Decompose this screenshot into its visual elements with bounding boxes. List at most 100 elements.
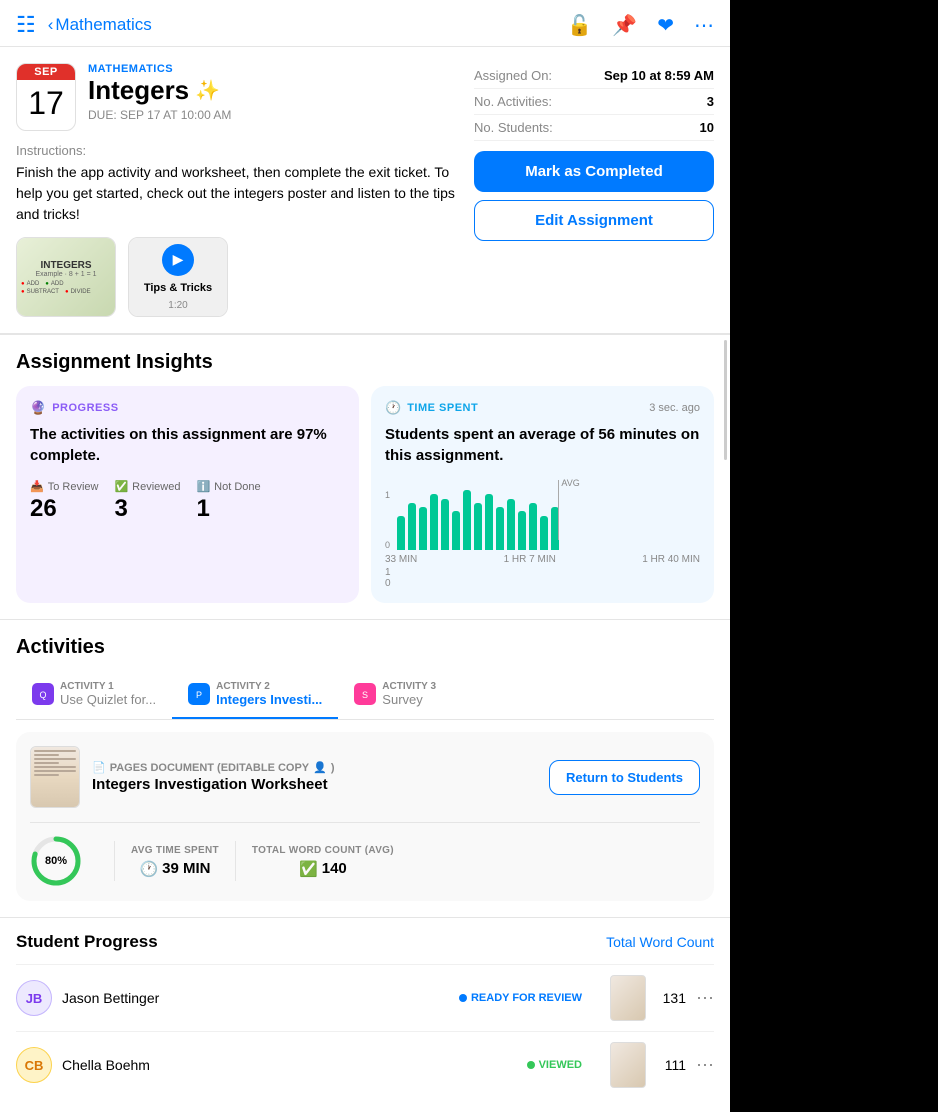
no-activities-value: 3 <box>707 94 714 109</box>
activity-2-num: ACTIVITY 2 <box>216 681 322 692</box>
activity-1-icon: Q <box>32 683 54 705</box>
heart-icon[interactable]: ❤ <box>657 13 674 38</box>
pin-icon[interactable]: 📌 <box>612 13 637 38</box>
bar-10 <box>507 499 515 550</box>
activity-tab-3[interactable]: S ACTIVITY 3 Survey <box>338 671 452 719</box>
back-label: Mathematics <box>55 15 151 35</box>
user-icon: 👤 <box>313 761 327 774</box>
student-progress-section: Student Progress Total Word Count JB Jas… <box>0 918 730 1112</box>
activity-tab-2[interactable]: P ACTIVITY 2 Integers Investi... <box>172 671 338 719</box>
activity-3-num: ACTIVITY 3 <box>382 681 436 692</box>
scroll-indicator[interactable] <box>724 340 727 460</box>
back-button[interactable]: ‹ Mathematics <box>48 15 152 35</box>
calendar-month: SEP <box>17 64 75 80</box>
inbox-icon: 📥 <box>30 480 44 493</box>
no-activities-label: No. Activities: <box>474 94 552 109</box>
doc-thumbnail <box>30 746 80 808</box>
activity-stats-row: 80% AVG TIME SPENT 🕐 39 MIN TOTAL WORD C… <box>30 822 700 887</box>
bar-6 <box>463 490 471 550</box>
assignment-header: SEP 17 MATHEMATICS Integers ✨ DUE: SEP 1… <box>0 47 730 334</box>
status-label-jb: READY FOR REVIEW <box>471 992 582 1004</box>
bar-9 <box>496 507 504 550</box>
student-more-jb[interactable]: ⋯ <box>696 988 714 1009</box>
avg-line <box>558 480 559 540</box>
activity-doc-row: 📄 PAGES DOCUMENT (EDITABLE COPY 👤 ) Inte… <box>30 746 700 808</box>
student-more-cb[interactable]: ⋯ <box>696 1055 714 1076</box>
subject-label: MATHEMATICS <box>88 63 458 75</box>
activities-title: Activities <box>16 636 714 659</box>
status-label-cb: VIEWED <box>539 1059 582 1071</box>
return-to-students-button[interactable]: Return to Students <box>549 760 700 795</box>
time-spent-card: 🕐 TIME SPENT 3 sec. ago Students spent a… <box>371 386 714 603</box>
student-name-cb: Chella Boehm <box>62 1057 517 1073</box>
assigned-on-row: Assigned On: Sep 10 at 8:59 AM <box>474 63 714 89</box>
clock-icon: 🕐 <box>385 400 401 416</box>
more-icon[interactable]: ⋯ <box>694 13 714 38</box>
circular-progress: 80% <box>30 835 82 887</box>
assignment-title: Integers <box>88 75 189 106</box>
attachments: INTEGERS Example · 8 + 1 = 1 ●ADD ●ADD ●… <box>16 237 458 317</box>
time-type-label: TIME SPENT <box>407 402 478 414</box>
instructions-text: Finish the app activity and worksheet, t… <box>16 162 458 225</box>
bar-3 <box>430 494 438 550</box>
total-word-count-link[interactable]: Total Word Count <box>606 934 714 950</box>
avg-label: AVG <box>561 478 579 488</box>
student-initials-jb: JB <box>26 991 43 1006</box>
calendar-badge: SEP 17 <box>16 63 76 131</box>
pages-icon: 📄 <box>92 761 106 774</box>
to-review-stat: 📥 To Review 26 <box>30 480 98 523</box>
bar-5 <box>452 511 460 550</box>
time-description: Students spent an average of 56 minutes … <box>385 424 700 466</box>
activity-3-icon: S <box>354 683 376 705</box>
unlock-icon[interactable]: 🔓 <box>567 13 592 38</box>
activity-tab-1[interactable]: Q ACTIVITY 1 Use Quizlet for... <box>16 671 172 719</box>
to-review-label: To Review <box>48 481 99 493</box>
student-initials-cb: CB <box>25 1058 44 1073</box>
status-dot-jb <box>459 994 467 1002</box>
activity-3-name: Survey <box>382 692 436 707</box>
bar-7 <box>474 503 482 550</box>
assignment-meta-panel: Assigned On: Sep 10 at 8:59 AM No. Activ… <box>474 63 714 317</box>
clock-small-icon: 🕐 <box>139 860 158 878</box>
bar-4 <box>441 499 449 550</box>
activity-1-num: ACTIVITY 1 <box>60 681 156 692</box>
play-button-icon[interactable]: ▶ <box>162 244 194 276</box>
progress-icon: 🔮 <box>30 400 46 416</box>
chart-label-1: 1 HR 7 MIN <box>504 554 556 565</box>
instructions-label: Instructions: <box>16 143 458 158</box>
due-date: DUE: SEP 17 AT 10:00 AM <box>88 108 458 122</box>
student-row: JB Jason Bettinger READY FOR REVIEW 131 … <box>16 964 714 1031</box>
no-students-row: No. Students: 10 <box>474 115 714 141</box>
progress-percentage: 80% <box>45 855 67 867</box>
progress-type-label: PROGRESS <box>52 402 118 414</box>
activity-content: 📄 PAGES DOCUMENT (EDITABLE COPY 👤 ) Inte… <box>16 732 714 901</box>
not-done-stat: ℹ️ Not Done 1 <box>196 480 260 523</box>
svg-text:S: S <box>362 690 368 700</box>
bar-1 <box>408 503 416 550</box>
not-done-value: 1 <box>196 495 260 523</box>
checkmark-icon: ✅ <box>114 480 128 493</box>
insights-title: Assignment Insights <box>16 351 714 374</box>
mark-as-completed-button[interactable]: Mark as Completed <box>474 151 714 192</box>
attachment-tips-tricks[interactable]: ▶ Tips & Tricks 1:20 <box>128 237 228 317</box>
avg-time-label: AVG TIME SPENT <box>131 845 219 856</box>
student-status-jb: READY FOR REVIEW <box>459 992 582 1004</box>
word-count-stat: TOTAL WORD COUNT (AVG) ✅ 140 <box>252 845 394 878</box>
header-actions: 🔓 📌 ❤ ⋯ <box>567 13 714 38</box>
not-done-label: Not Done <box>214 481 260 493</box>
stat-divider-2 <box>235 841 236 881</box>
student-status-cb: VIEWED <box>527 1059 582 1071</box>
checkmark-circle-icon: ✅ <box>299 860 318 878</box>
sidebar-toggle-icon[interactable]: ☷ <box>16 12 36 38</box>
assignment-info: MATHEMATICS Integers ✨ DUE: SEP 17 AT 10… <box>88 63 458 122</box>
attachment-integers-poster[interactable]: INTEGERS Example · 8 + 1 = 1 ●ADD ●ADD ●… <box>16 237 116 317</box>
svg-text:P: P <box>196 690 202 700</box>
insights-section: Assignment Insights 🔮 PROGRESS The activ… <box>0 335 730 619</box>
edit-assignment-button[interactable]: Edit Assignment <box>474 200 714 241</box>
activity-tabs: Q ACTIVITY 1 Use Quizlet for... P ACTIVI… <box>16 671 714 720</box>
bar-8 <box>485 494 493 550</box>
word-count-label: TOTAL WORD COUNT (AVG) <box>252 845 394 856</box>
to-review-value: 26 <box>30 495 98 523</box>
student-progress-title: Student Progress <box>16 932 158 952</box>
svg-text:Q: Q <box>39 690 46 700</box>
